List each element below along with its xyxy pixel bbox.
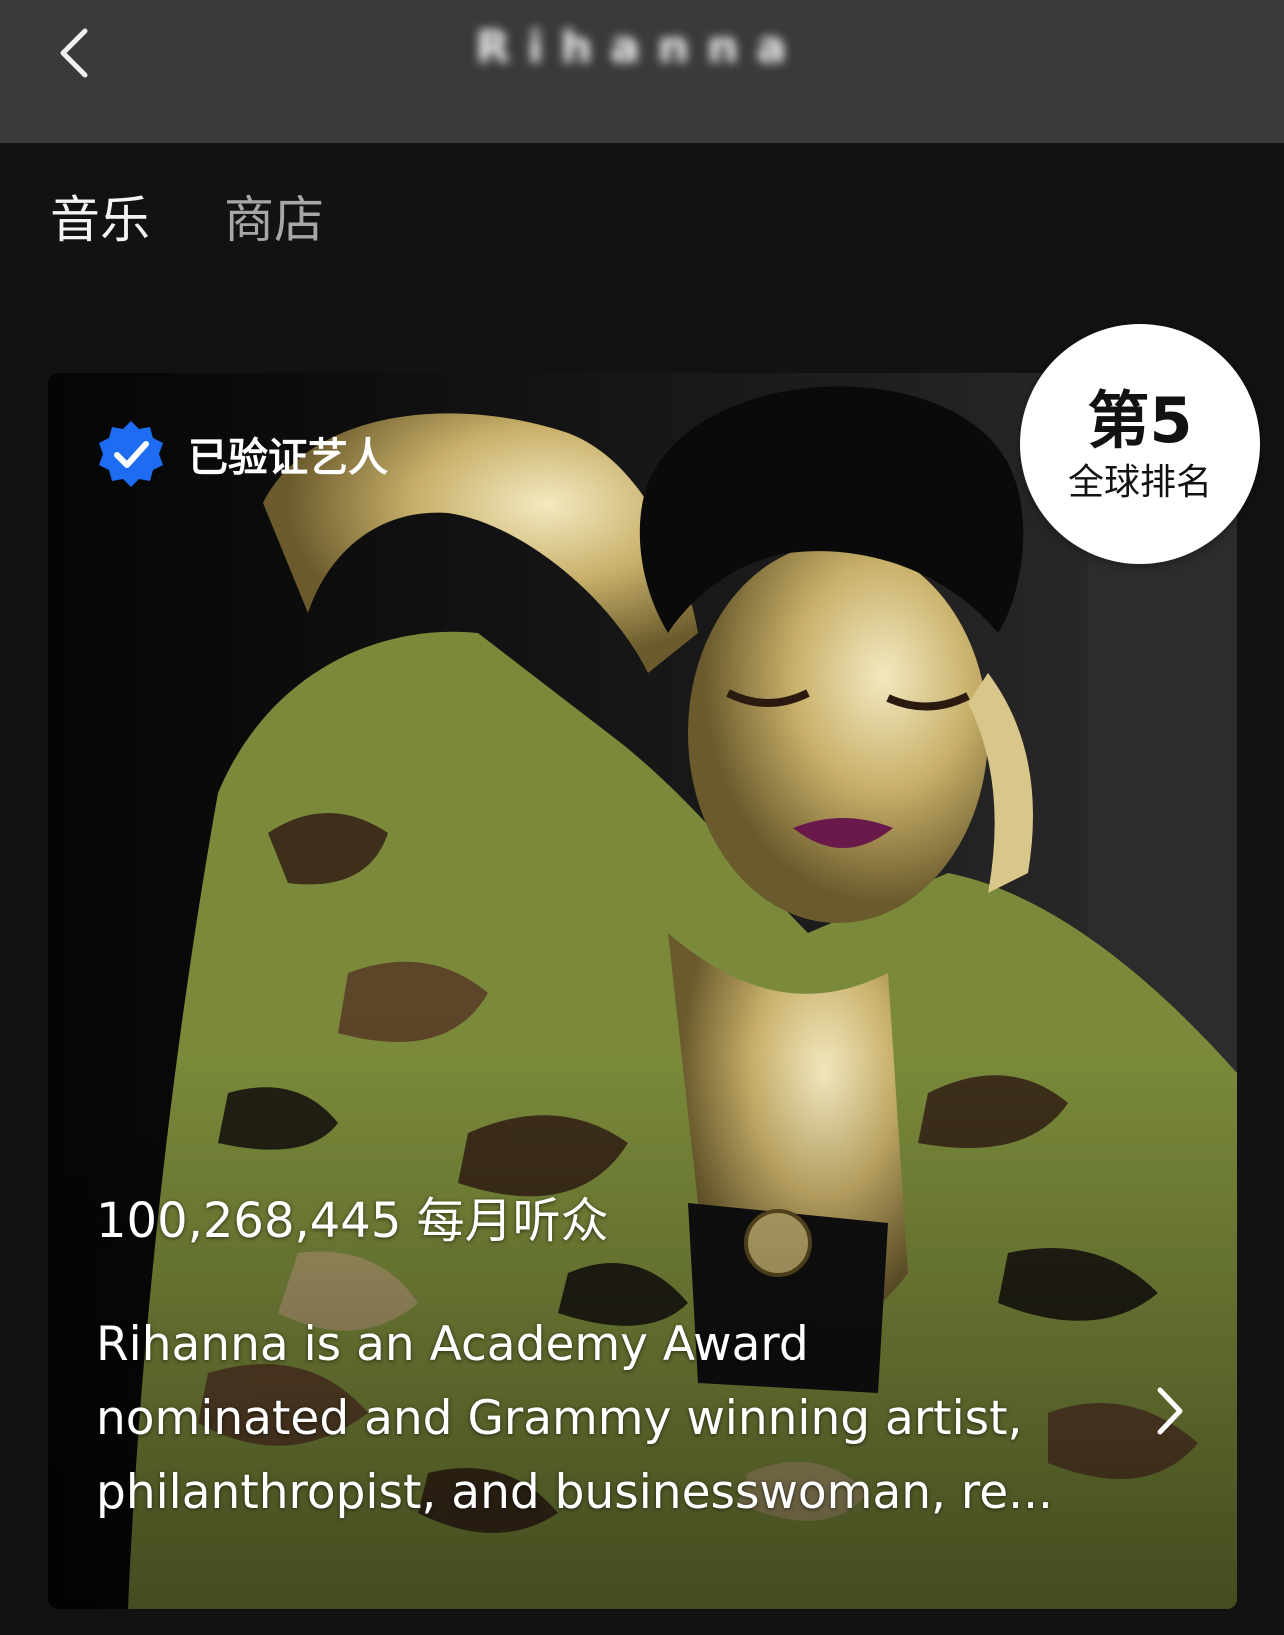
bio-line: philanthropist, and businesswoman, re... [96,1465,1053,1520]
rank-number: 第5 [1087,384,1193,457]
rank-label: 全球排名 [1067,462,1212,503]
verified-badge-icon [99,421,163,487]
page-title: Rihanna [475,22,805,73]
world-rank-badge: 第5 全球排名 [1020,324,1260,564]
top-nav-bar: Rihanna [0,0,1284,143]
back-button[interactable] [40,18,110,88]
tab-music[interactable]: 音乐 [50,185,150,255]
tab-store[interactable]: 商店 [224,185,324,255]
chevron-left-icon [60,28,88,78]
monthly-listeners: 100,268,445 每月听众 [96,1193,609,1249]
artist-bio[interactable]: Rihanna is an Academy Award nominated an… [96,1308,1116,1530]
verified-artist-badge: 已验证艺人 [96,419,388,489]
chevron-right-icon [1157,1387,1183,1435]
verified-label: 已验证艺人 [188,435,388,481]
bio-line: Rihanna is an Academy Award [96,1317,809,1372]
bio-line: nominated and Grammy winning artist, [96,1391,1023,1446]
bio-more-button[interactable] [1145,1383,1195,1439]
tab-bar: 音乐 商店 [50,185,324,255]
artist-card[interactable]: 已验证艺人 100,268,445 每月听众 Rihanna is an Aca… [48,373,1237,1609]
